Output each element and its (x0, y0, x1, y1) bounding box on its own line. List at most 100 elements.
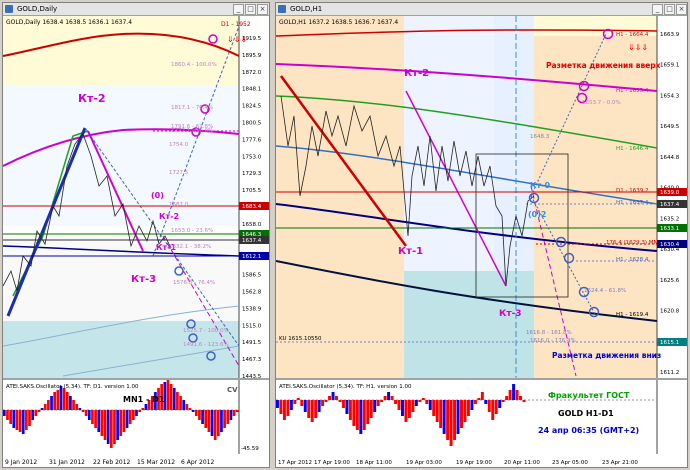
osc-bar (345, 400, 349, 414)
minimize-button[interactable]: _ (233, 4, 244, 15)
price-tick: 1663.9 (660, 32, 680, 38)
price-tick: 1538.9 (242, 306, 262, 312)
level-label: D1 - 1639.2 (616, 188, 648, 194)
osc-bar (477, 398, 481, 400)
osc-bar (72, 400, 75, 410)
osc-bar (286, 400, 290, 416)
level-label: 1648.3 (530, 134, 550, 140)
level-label: H1 - 1646.4 (616, 146, 649, 152)
osc-bar (300, 400, 304, 406)
price-tick: 1620.8 (660, 309, 680, 315)
label-p0: (0) (151, 191, 164, 200)
window-titlebar[interactable]: GOLD,H1 (276, 3, 687, 16)
osc-bar (232, 410, 236, 416)
daily-price-pane: ⇓⇓⇓ Кт-2 Кт-3 Кт-1 Кт-2 (0) D1 - 1952 18… (3, 16, 269, 380)
osc-bar (87, 410, 91, 420)
osc-bar (279, 400, 283, 414)
price-box-label: 1637.4 (242, 238, 262, 244)
close-button[interactable]: × (676, 4, 687, 15)
osc-bar (456, 400, 460, 434)
fib-label: 1727.5 (169, 170, 189, 176)
zone-orange-right (534, 16, 657, 378)
maximize-button[interactable]: □ (664, 4, 675, 15)
osc-bar (43, 404, 47, 410)
osc-bar (81, 410, 85, 412)
date-tick: 19 Apr 19:00 (456, 460, 492, 466)
osc-bar (144, 404, 148, 410)
price-tick: 1919.5 (242, 36, 262, 42)
level-label: 1653.7 - 0.0% (582, 100, 621, 106)
osc-bar (484, 400, 488, 404)
osc-bar (9, 410, 12, 424)
osc-bar (442, 400, 446, 434)
osc-bar (519, 396, 523, 400)
osc-bar (317, 400, 321, 412)
osc-bar (512, 384, 516, 400)
price-box-label: 1683.4 (242, 204, 262, 210)
osc-bar (220, 410, 223, 432)
date-tick: 9 Jan 2012 (5, 459, 37, 466)
osc-bar (289, 400, 293, 410)
osc-bar (494, 400, 498, 414)
quote-text: GOLD,H1 1637.2 1638.5 1636.7 1637.4 (279, 19, 398, 26)
osc-bar (132, 410, 135, 420)
fib-label: 1817.1 - 76.4% (171, 105, 213, 111)
close-button[interactable]: × (257, 4, 268, 15)
osc-bar (65, 392, 69, 410)
minimize-button[interactable]: _ (652, 4, 663, 15)
osc-bar (223, 410, 226, 428)
osc-bar (6, 410, 9, 420)
osc-bar (383, 396, 387, 400)
date-tick: 17 Apr 19:00 (314, 460, 350, 466)
osc-bar (498, 400, 502, 408)
osc-bar (428, 400, 432, 410)
price-box-label: 1637.4 (660, 202, 680, 208)
osc-bar (182, 400, 186, 410)
osc-bar (369, 400, 373, 418)
price-tick: 1729.3 (242, 171, 262, 177)
maximize-button[interactable]: □ (245, 4, 256, 15)
osc-bar (470, 400, 474, 410)
osc-bar (138, 410, 141, 412)
osc-bar (62, 388, 66, 410)
price-tick: 1659.1 (660, 63, 679, 69)
osc-bar (460, 400, 463, 428)
osc-bar (414, 400, 418, 406)
price-box-label: 1630.4 (660, 242, 680, 248)
osc-bar (418, 400, 422, 402)
price-tick: 1654.3 (660, 93, 680, 99)
osc-cv-label: CV (227, 386, 238, 394)
osc-text-time: 24 апр 06:35 (GMT+2) (538, 426, 639, 435)
osc-bar (113, 410, 116, 444)
osc-bar (141, 408, 145, 410)
h1-price-pane: ⇓⇓⇓ Кт-2 Кт-1 Кт-3 Кт-0 (0)2 Разметка дв… (276, 16, 687, 378)
label-kt3: Кт-3 (499, 309, 522, 319)
osc-bar (135, 410, 138, 416)
osc-bar (172, 388, 176, 410)
price-tick: 1848.1 (242, 87, 261, 93)
window-titlebar[interactable]: GOLD,Daily (3, 3, 269, 16)
price-tick: 1586.5 (242, 273, 262, 279)
price-tick: 1467.3 (242, 357, 262, 363)
osc-text-fakultet: Фракультет ГОСТ (548, 391, 630, 400)
osc-bar (515, 390, 519, 400)
chart-window-daily[interactable]: GOLD,Daily _ □ × ⇓⇓⇓ Кт-2 Кт-3 Кт-1 Кт-2… (2, 2, 270, 468)
price-tick: 1491.5 (242, 340, 262, 346)
osc-bar (210, 410, 214, 436)
chart-window-icon (5, 5, 13, 13)
osc-bar (31, 410, 34, 420)
price-tick: 1649.5 (660, 124, 680, 130)
date-tick: 17 Apr 2012 (278, 460, 312, 466)
osc-bar (201, 410, 204, 424)
osc-bar (522, 400, 526, 402)
price-tick: 1635.2 (660, 216, 679, 222)
osc-bar (91, 410, 94, 424)
zone-upper (3, 16, 239, 86)
osc-bar (194, 410, 198, 416)
price-box-label: 1633.1 (660, 226, 679, 232)
chart-window-h1[interactable]: GOLD,H1 _ □ × ⇓⇓⇓ Кт-2 Кт-1 Кт-3 Кт-0 (0… (275, 2, 688, 468)
date-axis-ticks: 17 Apr 2012 17 Apr 19:00 18 Apr 11:00 19 Ap… (278, 460, 638, 466)
date-tick: 22 Feb 2012 (93, 459, 131, 466)
osc-bar (119, 410, 123, 436)
osc-bar (439, 400, 443, 428)
